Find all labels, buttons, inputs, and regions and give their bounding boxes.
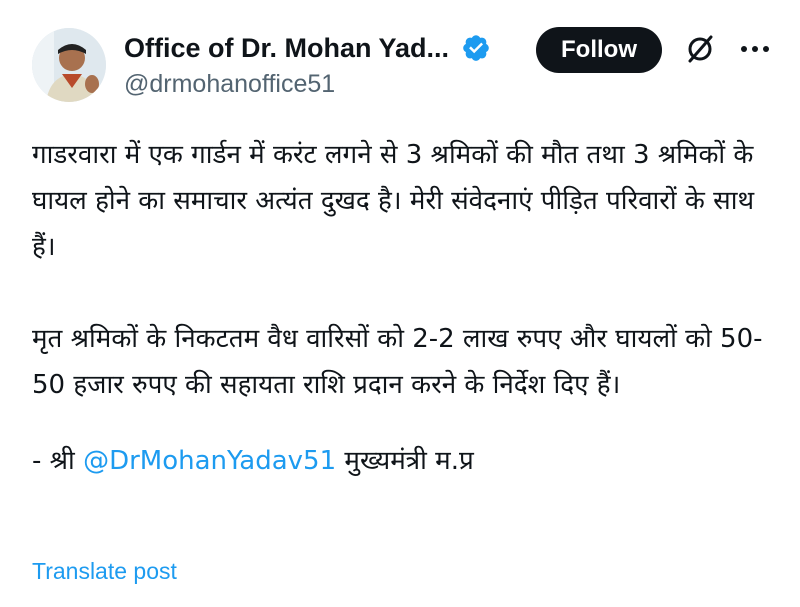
mention-link[interactable]: @DrMohanYadav51	[83, 446, 336, 476]
follow-button[interactable]: Follow	[536, 27, 662, 73]
post-paragraph-2: मृत श्रमिकों के निकटतम वैध वारिसों को 2-…	[32, 324, 763, 400]
signature-prefix: - श्री	[32, 446, 84, 476]
name-row: Office of Dr. Mohan Yad...	[124, 28, 491, 68]
more-options-icon[interactable]	[738, 32, 772, 66]
author-handle[interactable]: @drmohanoffice51	[124, 70, 335, 99]
verified-badge-icon	[461, 33, 491, 63]
post-header: Office of Dr. Mohan Yad... @drmohanoffic…	[0, 0, 800, 110]
post-signature: - श्री @DrMohanYadav51 मुख्यमंत्री म.प्र	[32, 438, 777, 484]
grok-icon[interactable]	[683, 32, 717, 66]
signature-suffix: मुख्यमंत्री म.प्र	[336, 446, 474, 476]
post-text: गाडरवारा में एक गार्डन में करंट लगने से …	[32, 132, 777, 484]
avatar[interactable]	[32, 28, 106, 102]
avatar-image	[32, 28, 106, 102]
post-paragraph-1: गाडरवारा में एक गार्डन में करंट लगने से …	[32, 140, 755, 262]
translate-post-link[interactable]: Translate post	[32, 558, 177, 585]
display-name[interactable]: Office of Dr. Mohan Yad...	[124, 33, 449, 64]
